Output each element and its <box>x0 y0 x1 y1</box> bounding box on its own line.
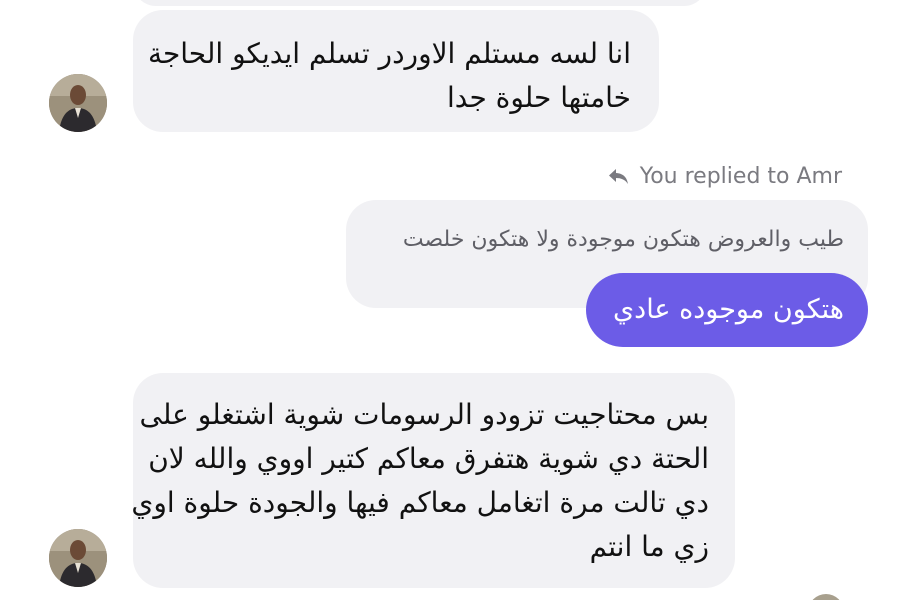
reply-indicator-text: You replied to Amr <box>639 163 842 189</box>
outgoing-message-text: هتكون موجوده عادي <box>613 294 844 325</box>
message-text-line: انا لسه مستلم الاوردر تسلم ايديكو الحاجة <box>147 37 631 70</box>
incoming-message-bubble[interactable]: انا لسه مستلم الاوردر تسلم ايديكو الحاجة… <box>133 10 659 132</box>
message-text-line: بس محتاجيت تزودو الرسومات شوية اشتغلو عل… <box>139 398 709 431</box>
message-text-line: الحتة دي شوية هتفرق معاكم كتير اووي والل… <box>148 442 709 475</box>
reply-indicator: You replied to Amr <box>606 160 842 192</box>
user-avatar-icon <box>49 529 107 587</box>
message-text-line: خامتها حلوة جدا <box>446 81 631 114</box>
sender-avatar[interactable] <box>49 529 107 587</box>
incoming-message-bubble[interactable]: بس محتاجيت تزودو الرسومات شوية اشتغلو عل… <box>131 373 735 588</box>
user-avatar-icon <box>49 74 107 132</box>
quoted-message-text: طيب والعروض هتكون موجودة ولا هتكون خلصت <box>402 227 844 252</box>
chat-thread: انا لسه مستلم الاوردر تسلم ايديكو الحاجة… <box>0 0 900 600</box>
outgoing-message-bubble[interactable]: هتكون موجوده عادي <box>586 273 868 347</box>
reply-arrow-icon <box>608 169 628 184</box>
message-text-line: دي تالت مرة اتغامل معاكم فيها والجودة حل… <box>131 486 709 519</box>
message-text-line: زي ما انتم <box>589 530 709 563</box>
previous-message-bubble[interactable] <box>133 0 707 6</box>
seen-avatar <box>808 594 844 600</box>
sender-avatar[interactable] <box>49 74 107 132</box>
